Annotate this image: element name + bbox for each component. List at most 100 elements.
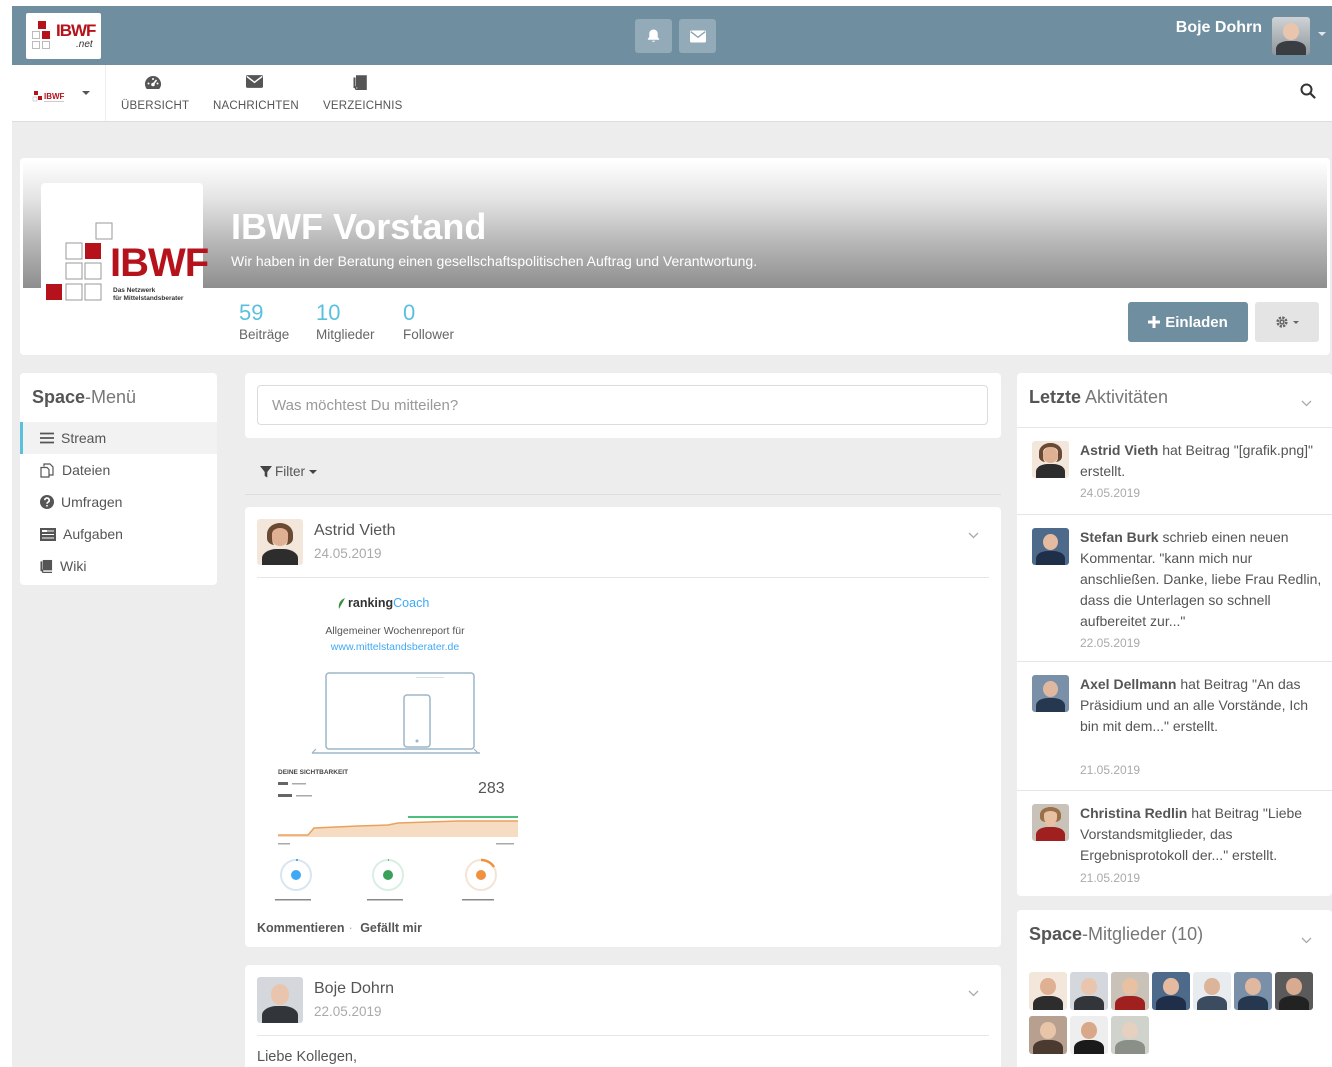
member-avatar[interactable]	[1234, 972, 1272, 1010]
app-logo[interactable]: IBWF .net	[26, 13, 101, 59]
logo-square	[42, 31, 50, 39]
member-avatar[interactable]	[1029, 1016, 1067, 1054]
avatar[interactable]	[257, 519, 303, 565]
invite-button[interactable]: Einladen	[1128, 302, 1248, 342]
avatar[interactable]	[1032, 441, 1069, 478]
post-input[interactable]: Was möchtest Du mitteilen?	[257, 385, 988, 425]
post-options-button[interactable]	[968, 985, 979, 1000]
stat-members[interactable]: 10 Mitglieder	[316, 300, 375, 342]
member-avatar[interactable]	[1152, 972, 1190, 1010]
top-bar: IBWF .net Boje Dohrn	[12, 6, 1332, 65]
activity-date: 21.05.2019	[1080, 871, 1141, 885]
avatar[interactable]	[1032, 675, 1069, 712]
stat-followers[interactable]: 0 Follower	[403, 300, 454, 342]
comment-link[interactable]: Kommentieren	[257, 921, 345, 935]
stat-label: Follower	[403, 327, 455, 342]
files-icon	[40, 462, 54, 478]
activity-item[interactable]: Stefan Burk schrieb einen neuen Kommenta…	[1017, 514, 1332, 661]
member-avatars	[1029, 972, 1319, 1057]
menu-item-files[interactable]: Dateien	[20, 454, 217, 486]
logo-subtext: .net	[76, 39, 93, 50]
report-link[interactable]: www.mittelstandsberater.de	[265, 641, 525, 653]
activity-item[interactable]: Axel Dellmann hat Beitrag "An das Präsid…	[1017, 661, 1332, 790]
space-switcher[interactable]: IBWF	[12, 65, 106, 121]
chevron-down-icon	[968, 532, 979, 539]
notifications-button[interactable]	[635, 19, 672, 53]
space-logo-subtext: für Mittelstandsberater	[113, 295, 184, 302]
post-date[interactable]: 22.05.2019	[314, 1004, 382, 1019]
filter-dropdown[interactable]: Filter	[260, 464, 317, 479]
post-composer: Was möchtest Du mitteilen?	[245, 373, 1001, 438]
member-avatar[interactable]	[1029, 972, 1067, 1010]
avatar[interactable]	[1032, 528, 1069, 565]
chevron-down-icon[interactable]	[1318, 32, 1326, 36]
post-date[interactable]: 24.05.2019	[314, 546, 382, 561]
menu-item-polls[interactable]: Umfragen	[20, 486, 217, 518]
menu-item-tasks[interactable]: Aufgaben	[20, 518, 217, 550]
visibility-label: DEINE SICHTBARKEIT	[278, 769, 349, 776]
logo-square	[32, 31, 40, 39]
search-button[interactable]	[1300, 83, 1316, 102]
avatar[interactable]	[257, 977, 303, 1023]
chevron-down-icon	[968, 990, 979, 997]
book-icon	[353, 75, 367, 90]
nav-overview[interactable]: ÜBERSICHT	[121, 75, 189, 112]
post-author[interactable]: Astrid Vieth	[314, 522, 396, 540]
space-settings-button[interactable]	[1255, 302, 1319, 342]
messages-button[interactable]	[679, 19, 716, 53]
logo-square	[32, 41, 40, 49]
plus-icon	[1148, 316, 1161, 328]
chevron-down-icon	[82, 91, 90, 95]
nav-directory[interactable]: VERZEICHNIS	[323, 75, 402, 112]
like-link[interactable]: Gefällt mir	[360, 921, 422, 935]
user-name[interactable]: Boje Dohrn	[1176, 19, 1262, 37]
post-author[interactable]: Boje Dohrn	[314, 980, 394, 998]
devices-illustration	[311, 672, 480, 754]
collapse-button[interactable]	[1301, 395, 1312, 410]
space-logo-text: IBWF	[110, 241, 209, 285]
post-actions: Kommentieren · Gefällt mir	[257, 921, 423, 935]
user-avatar[interactable]	[1272, 17, 1310, 55]
filter-label: Filter	[275, 464, 305, 479]
activity-date: 22.05.2019	[1080, 636, 1141, 650]
member-avatar[interactable]	[1070, 1016, 1108, 1054]
space-title: IBWF Vorstand	[231, 206, 487, 247]
member-avatar[interactable]	[1111, 972, 1149, 1010]
space-header: IBWF Das Netzwerk für Mittelstandsberate…	[20, 158, 1330, 355]
app-frame: IBWF .net Boje Dohrn IBWF ÜBERSICHT NACH…	[12, 6, 1332, 1067]
post-options-button[interactable]	[968, 527, 979, 542]
space-description: Wir haben in der Beratung einen gesellsc…	[231, 253, 758, 269]
menu-item-stream[interactable]: Stream	[20, 422, 217, 454]
book-icon	[40, 559, 53, 573]
nav-directory-label: VERZEICHNIS	[323, 100, 403, 112]
menu-item-label: Umfragen	[61, 494, 123, 510]
bell-icon	[647, 29, 660, 42]
member-avatar[interactable]	[1070, 972, 1108, 1010]
member-avatar[interactable]	[1275, 972, 1313, 1010]
report-image[interactable]: rankingCoach Allgemeiner Wochenreport fü…	[265, 591, 525, 921]
ranking-coach-logo: rankingCoach	[348, 596, 430, 610]
member-avatar[interactable]	[1111, 1016, 1149, 1054]
stat-posts[interactable]: 59 Beiträge	[239, 300, 289, 342]
menu-item-wiki[interactable]: Wiki	[20, 550, 217, 582]
logo-square	[42, 41, 50, 49]
activity-item[interactable]: Astrid Vieth hat Beitrag "[grafik.png]" …	[1017, 427, 1332, 514]
member-avatar[interactable]	[1193, 972, 1231, 1010]
svg-text:IBWF: IBWF	[44, 92, 65, 101]
filter-icon	[260, 465, 272, 477]
visibility-chart	[278, 816, 518, 845]
space-menu-title: Space-Menü	[32, 387, 137, 407]
stat-value: 59	[239, 300, 264, 325]
nav-messages[interactable]: NACHRICHTEN	[213, 75, 299, 112]
ibwf-logo-icon: IBWF	[32, 91, 65, 102]
post-card: Astrid Vieth 24.05.2019 rankingCoach All…	[245, 507, 1001, 947]
chevron-down-icon	[309, 469, 317, 474]
menu-item-label: Wiki	[60, 558, 87, 574]
visibility-gauges	[275, 858, 497, 901]
avatar[interactable]	[1032, 804, 1069, 841]
activity-text: Astrid Vieth hat Beitrag "[grafik.png]" …	[1080, 442, 1314, 479]
chevron-down-icon	[1293, 320, 1299, 324]
collapse-button[interactable]	[1301, 932, 1312, 947]
activity-item[interactable]: Christina Redlin hat Beitrag "Liebe Vors…	[1017, 790, 1332, 896]
menu-item-label: Dateien	[62, 462, 111, 478]
